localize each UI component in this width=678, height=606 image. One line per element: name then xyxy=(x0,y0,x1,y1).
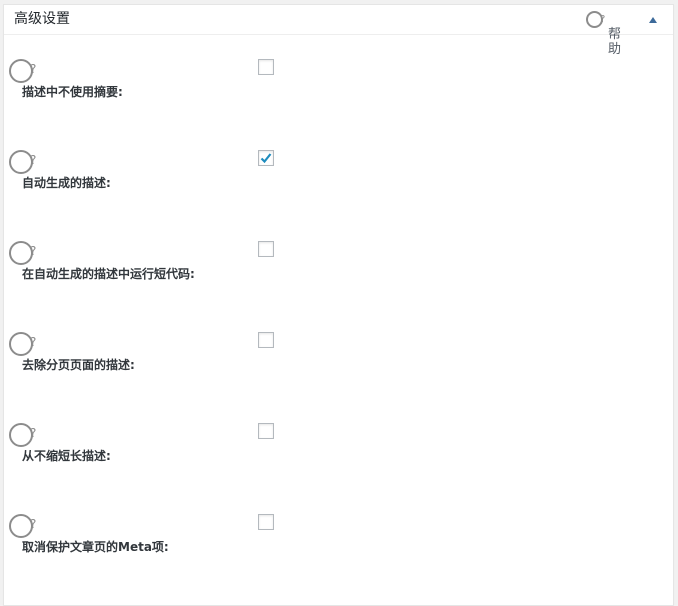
option-label: 在自动生成的描述中运行短代码: xyxy=(22,267,195,281)
option-help-toggle[interactable]: ? xyxy=(9,423,39,447)
option-checkbox[interactable] xyxy=(258,59,274,75)
option-row: ? 自动生成的描述: xyxy=(4,150,673,241)
option-help-toggle[interactable]: ? xyxy=(9,59,39,83)
advanced-settings-panel: 高级设置 ? 帮助 ? 描述中不使用摘要: ? 自动生成的描述: ? 在自动生成… xyxy=(3,4,674,606)
help-mark: ? xyxy=(30,153,37,167)
option-label: 自动生成的描述: xyxy=(22,176,111,190)
help-label[interactable]: 帮助 xyxy=(608,27,624,57)
option-row: ? 去除分页页面的描述: xyxy=(4,332,673,423)
option-label: 从不缩短长描述: xyxy=(22,449,111,463)
option-label: 取消保护文章页的Meta项: xyxy=(22,540,169,554)
option-label: 去除分页页面的描述: xyxy=(22,358,135,372)
triangle-up-icon[interactable] xyxy=(649,17,657,23)
option-row: ? 从不缩短长描述: xyxy=(4,423,673,514)
option-help-toggle[interactable]: ? xyxy=(9,332,39,356)
option-row: ? 在自动生成的描述中运行短代码: xyxy=(4,241,673,332)
option-help-toggle[interactable]: ? xyxy=(9,150,39,174)
checkmark-icon xyxy=(260,153,272,164)
help-mark: ? xyxy=(30,244,37,258)
help-mark: ? xyxy=(30,62,37,76)
option-help-toggle[interactable]: ? xyxy=(9,514,39,538)
option-checkbox[interactable] xyxy=(258,514,274,530)
option-checkbox[interactable] xyxy=(258,423,274,439)
option-help-toggle[interactable]: ? xyxy=(9,241,39,265)
panel-header: 高级设置 ? 帮助 xyxy=(4,5,673,57)
option-row: ? 取消保护文章页的Meta项: xyxy=(4,514,673,605)
option-checkbox[interactable] xyxy=(258,332,274,348)
panel-title: 高级设置 xyxy=(14,11,70,27)
help-toggle[interactable]: ? 帮助 xyxy=(586,11,626,61)
help-mark: ? xyxy=(30,517,37,531)
option-label: 描述中不使用摘要: xyxy=(22,85,123,99)
option-checkbox[interactable] xyxy=(258,150,274,166)
help-mark: ? xyxy=(30,426,37,440)
option-row: ? 描述中不使用摘要: xyxy=(4,59,673,150)
help-mark: ? xyxy=(30,335,37,349)
option-checkbox[interactable] xyxy=(258,241,274,257)
help-mark: ? xyxy=(600,14,606,25)
